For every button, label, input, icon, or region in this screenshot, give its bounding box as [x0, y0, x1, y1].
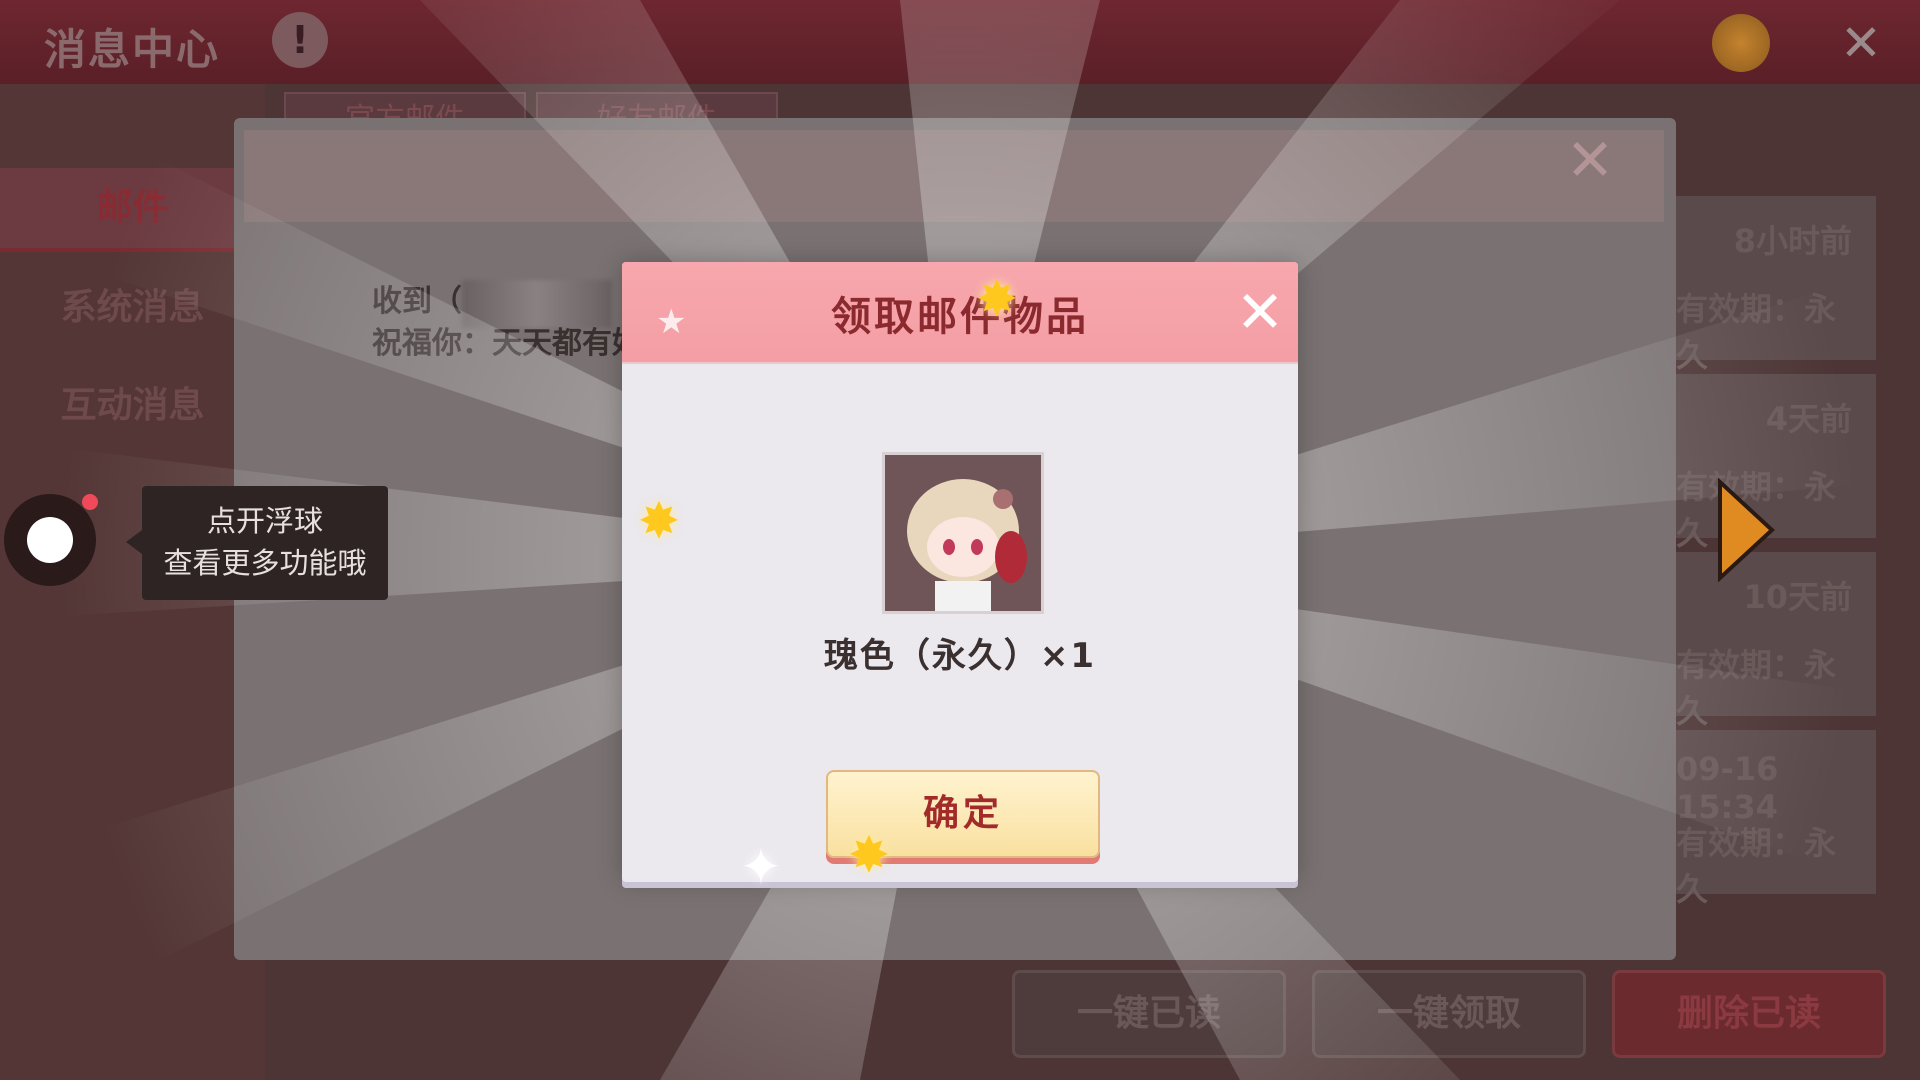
mail-validity: 有效期：永久: [1676, 290, 1837, 374]
delete-read-button[interactable]: 删除已读: [1612, 970, 1886, 1058]
claim-all-button[interactable]: 一键领取: [1312, 970, 1586, 1058]
info-icon[interactable]: !: [272, 12, 328, 68]
top-bar: 消息中心 ! ✕: [0, 0, 1920, 84]
mail-blessing-text: 祝福你：天天都有好: [372, 326, 642, 361]
list-item[interactable]: 4天前 有效期：永久: [1676, 374, 1876, 552]
tooltip-line-2: 查看更多功能哦: [163, 546, 367, 580]
sparkle-star-icon: ✸: [848, 826, 890, 884]
reward-item-icon: [882, 452, 1044, 614]
tooltip-line-1: 点开浮球: [206, 504, 323, 538]
sidebar-item-system[interactable]: 系统消息: [0, 268, 265, 348]
dialog-header: ★ 领取邮件物品 ✕: [622, 262, 1298, 364]
mail-time: 8小时前: [1733, 222, 1852, 260]
sparkle-star-icon: ✸: [976, 270, 1018, 328]
mail-detail-header: [244, 130, 1664, 222]
notification-dot-icon: [82, 494, 98, 510]
reward-item-name: 瑰色（永久）×1: [823, 636, 1097, 676]
chibi-avatar-icon: [885, 455, 1041, 611]
mark-all-read-button[interactable]: 一键已读: [1012, 970, 1286, 1058]
mail-detail-close-icon[interactable]: ✕: [1564, 131, 1616, 189]
sidebar-item-mail[interactable]: 邮件: [0, 168, 265, 252]
mail-time: 4天前: [1765, 400, 1852, 438]
mail-validity: 有效期：永久: [1676, 646, 1837, 730]
list-item[interactable]: 09-16 15:34 有效期：永久: [1676, 730, 1876, 908]
close-icon[interactable]: ✕: [1836, 18, 1886, 68]
mail-validity: 有效期：永久: [1676, 824, 1837, 908]
sparkle-star-icon: ✦: [740, 838, 782, 896]
coin-icon[interactable]: [1712, 14, 1770, 72]
mail-time: 09-16 15:34: [1676, 750, 1779, 826]
floating-ball-tooltip: 点开浮球 查看更多功能哦: [142, 486, 388, 600]
dialog-title: 领取邮件物品: [831, 294, 1089, 340]
reward-dialog: ★ 领取邮件物品 ✕ 瑰色（永久）×1 确定: [622, 262, 1298, 882]
dialog-close-icon[interactable]: ✕: [1234, 283, 1286, 341]
list-item[interactable]: 8小时前 有效期：永久: [1676, 196, 1876, 374]
sidebar-item-interaction[interactable]: 互动消息: [0, 366, 265, 446]
list-item[interactable]: 10天前 有效期：永久: [1676, 552, 1876, 730]
floating-ball-button[interactable]: [4, 494, 96, 586]
next-arrow-icon[interactable]: [1716, 478, 1776, 582]
mail-received-text: 收到（: [372, 284, 462, 319]
page-title: 消息中心: [44, 25, 221, 74]
tooltip-arrow: [126, 530, 142, 554]
sparkle-star-icon: ✸: [638, 492, 680, 550]
floating-ball-icon: [27, 517, 73, 563]
